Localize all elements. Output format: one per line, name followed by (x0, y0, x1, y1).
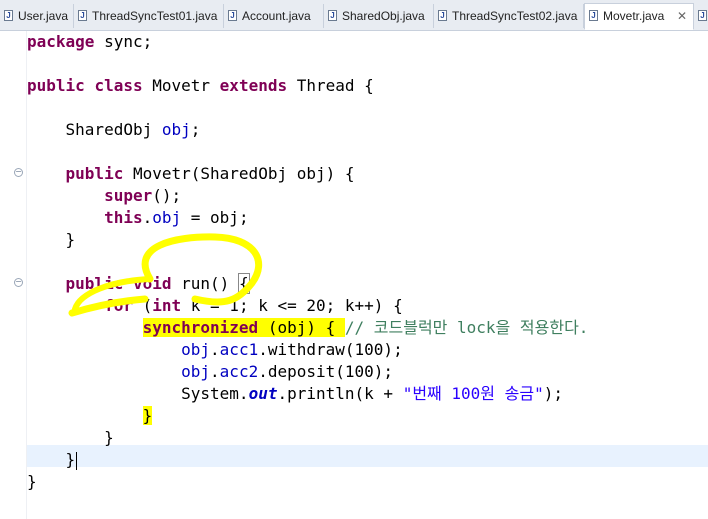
code-text: Thread { (287, 76, 374, 95)
code-text: (); (152, 186, 182, 205)
java-file-icon: J (4, 10, 13, 21)
code-line: System.out.println(k + "번째 100원 송금"); (27, 383, 588, 405)
code-line: } (27, 229, 588, 251)
code-line: } (27, 405, 588, 427)
yellow-highlight: } (142, 406, 153, 425)
field: obj (152, 208, 182, 227)
source-code[interactable]: package sync; public class Movetr extend… (27, 31, 588, 493)
editor-ruler: − − (0, 31, 27, 519)
code-line: synchronized (obj) { // 코드블럭만 lock을 적용한다… (27, 317, 588, 339)
tab-label: SharedObj.java (342, 9, 425, 23)
code-line: super(); (27, 185, 588, 207)
code-text: ); (543, 384, 563, 403)
code-text: (obj) { (258, 318, 345, 337)
code-text: SharedObj (65, 120, 162, 139)
tab-threadsynctest01-java[interactable]: J ThreadSyncTest01.java (74, 4, 224, 28)
keyword: for (104, 296, 133, 315)
field: obj (161, 120, 191, 139)
close-icon[interactable]: ✕ (677, 4, 687, 28)
tab-threadsynctest02-java[interactable]: J ThreadSyncTest02.java (434, 4, 584, 28)
collapse-minus-icon[interactable]: − (14, 278, 23, 287)
keyword: class (94, 76, 143, 95)
tab-label: ThreadSyncTest01.java (92, 9, 218, 23)
java-file-icon: J (438, 10, 447, 21)
code-text: . (142, 208, 153, 227)
field: acc1 (219, 340, 259, 359)
code-text: Movetr(SharedObj obj) { (123, 164, 355, 183)
tab-user-java[interactable]: J User.java (0, 4, 74, 28)
keyword: super (104, 186, 153, 205)
keyword: synchronized (142, 318, 259, 337)
code-line: } (27, 427, 588, 449)
tab-label: User.java (18, 9, 69, 23)
code-text: } (104, 428, 114, 447)
keyword: public (65, 164, 124, 183)
code-text: sync; (94, 32, 153, 51)
code-line: obj.acc2.deposit(100); (27, 361, 588, 383)
field: acc2 (219, 362, 259, 381)
keyword: public (65, 274, 124, 293)
code-line: for (int k = 1; k <= 20; k++) { (27, 295, 588, 317)
code-text: .println(k + (277, 384, 403, 403)
field: obj (181, 362, 211, 381)
comment: // 코드블럭만 lock을 적용한다. (344, 318, 589, 337)
keyword: extends (219, 76, 288, 95)
java-file-icon: J (328, 10, 337, 21)
code-text: . (210, 362, 220, 381)
code-line: package sync; (27, 31, 588, 53)
code-text: ( (132, 296, 153, 315)
string-literal: "번째 100원 송금" (402, 384, 544, 403)
editor-tab-bar: J User.java J ThreadSyncTest01.java J Ac… (0, 0, 708, 31)
java-file-icon: J (78, 10, 87, 21)
tab-overflow[interactable]: J (694, 4, 708, 28)
code-line: } (27, 471, 588, 493)
code-text: } (65, 230, 76, 249)
code-line: public Movetr(SharedObj obj) { (27, 163, 588, 185)
keyword: public (27, 76, 85, 95)
java-file-icon: J (589, 10, 598, 21)
code-text: } (65, 450, 76, 469)
code-text: = obj; (181, 208, 249, 227)
code-text: System. (181, 384, 249, 403)
keyword: this (104, 208, 143, 227)
tab-account-java[interactable]: J Account.java (224, 4, 324, 28)
java-file-icon: J (698, 10, 707, 21)
keyword: void (132, 274, 172, 293)
code-line: } (27, 449, 588, 471)
tab-label: ThreadSyncTest02.java (452, 9, 578, 23)
static-field: out (248, 384, 278, 403)
field: obj (181, 340, 211, 359)
code-line: obj.acc1.withdraw(100); (27, 339, 588, 361)
code-text: .withdraw(100); (258, 340, 403, 359)
yellow-highlight: synchronized (obj) { (142, 318, 345, 337)
text-caret (76, 451, 78, 470)
tab-label: Account.java (242, 9, 311, 23)
code-line: public class Movetr extends Thread { (27, 75, 588, 97)
code-text: . (210, 340, 220, 359)
code-editor[interactable]: − − package sync; public class Movetr ex… (0, 31, 708, 519)
collapse-minus-icon[interactable]: − (14, 168, 23, 177)
code-text: run() (171, 274, 239, 293)
tab-sharedobj-java[interactable]: J SharedObj.java (324, 4, 434, 28)
keyword: package (27, 32, 95, 51)
keyword: int (152, 296, 182, 315)
code-line: SharedObj obj; (27, 119, 588, 141)
tab-movetr-java[interactable]: J Movetr.java ✕ (584, 3, 694, 30)
java-file-icon: J (228, 10, 237, 21)
code-text: } (27, 472, 37, 491)
code-text: ; (190, 120, 201, 139)
code-text: Movetr (142, 76, 220, 95)
code-line: this.obj = obj; (27, 207, 588, 229)
matching-brace: { (237, 273, 250, 294)
code-text: k = 1; k <= 20; k++) { (181, 296, 403, 315)
tab-label: Movetr.java (603, 9, 665, 23)
code-text: .deposit(100); (258, 362, 394, 381)
code-line: public void run() { (27, 273, 588, 295)
